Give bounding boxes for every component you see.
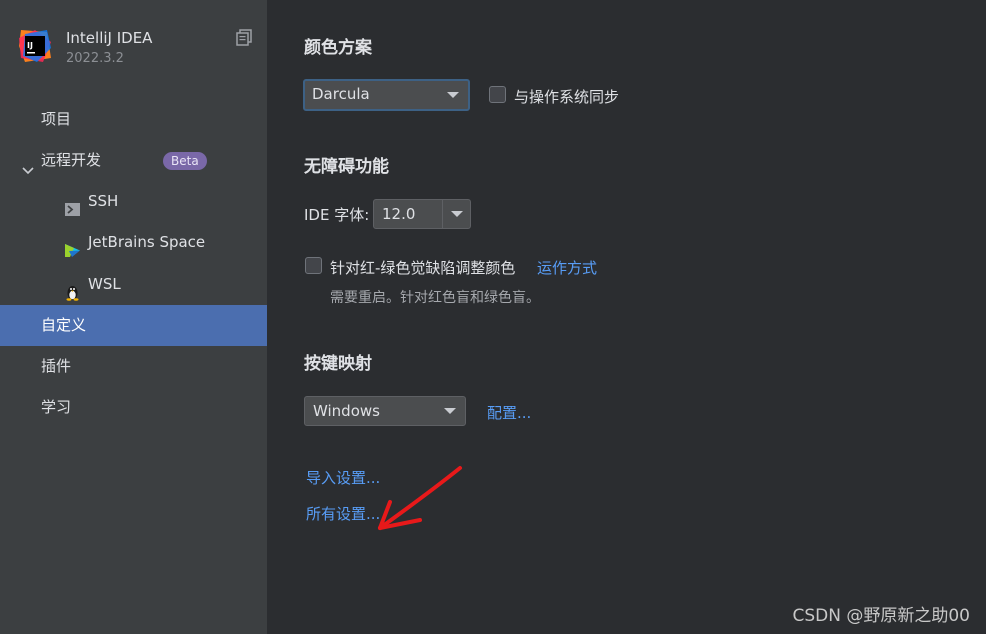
copy-icon[interactable] xyxy=(235,28,253,46)
keymap-title: 按键映射 xyxy=(304,354,372,374)
sidebar-item-remote-development[interactable]: 远程开发 Beta xyxy=(0,140,267,181)
how-it-works-link[interactable]: 运作方式 xyxy=(537,257,597,278)
sidebar: IJ IntelliJ IDEA 2022.3.2 项目 远程开发 Beta S… xyxy=(0,0,267,634)
accessibility-title: 无障碍功能 xyxy=(304,157,389,177)
colorblind-hint: 需要重启。针对红色盲和绿色盲。 xyxy=(330,290,540,306)
sidebar-item-wsl[interactable]: WSL xyxy=(0,264,267,305)
sidebar-item-label: 远程开发 xyxy=(41,151,102,169)
sidebar-item-ssh[interactable]: SSH xyxy=(0,181,267,222)
chevron-down-icon[interactable] xyxy=(21,153,35,175)
sidebar-item-label: 插件 xyxy=(41,357,72,375)
color-scheme-value: Darcula xyxy=(312,85,370,103)
keymap-value: Windows xyxy=(313,402,380,420)
sync-os-checkbox[interactable] xyxy=(489,86,506,103)
keymap-dropdown[interactable]: Windows xyxy=(304,396,466,426)
annotation-arrow-icon xyxy=(370,460,470,535)
svg-text:IJ: IJ xyxy=(27,41,33,50)
combobox-divider xyxy=(442,200,443,228)
app-name: IntelliJ IDEA xyxy=(66,29,153,47)
jetbrains-space-icon xyxy=(64,234,81,257)
colorblind-checkbox[interactable] xyxy=(305,257,322,274)
beta-badge: Beta xyxy=(163,152,207,170)
sidebar-item-customize[interactable]: 自定义 xyxy=(0,305,267,346)
sidebar-item-label: JetBrains Space xyxy=(88,233,206,251)
ide-font-label: IDE 字体: xyxy=(304,206,370,224)
sidebar-item-jetbrains-space[interactable]: JetBrains Space xyxy=(0,222,267,263)
sidebar-item-plugins[interactable]: 插件 xyxy=(0,346,267,387)
terminal-icon xyxy=(64,193,81,216)
dropdown-arrow-icon xyxy=(447,92,459,98)
ide-font-combobox[interactable]: 12.0 xyxy=(373,199,471,229)
color-scheme-title: 颜色方案 xyxy=(304,38,372,58)
sidebar-item-label: 自定义 xyxy=(41,316,87,334)
sidebar-item-label: SSH xyxy=(88,192,119,210)
sidebar-item-label: WSL xyxy=(88,275,121,293)
watermark: CSDN @野原新之助00 xyxy=(792,606,970,626)
sync-os-label[interactable]: 与操作系统同步 xyxy=(514,86,619,107)
configure-keymap-link[interactable]: 配置... xyxy=(487,402,531,423)
sidebar-item-projects[interactable]: 项目 xyxy=(0,99,267,140)
colorblind-label[interactable]: 针对红-绿色觉缺陷调整颜色 xyxy=(330,257,515,278)
sidebar-item-label: 学习 xyxy=(41,398,72,416)
dropdown-arrow-icon[interactable] xyxy=(451,211,463,217)
ide-font-value[interactable]: 12.0 xyxy=(382,205,415,223)
sidebar-item-label: 项目 xyxy=(41,110,72,128)
linux-penguin-icon xyxy=(64,276,81,301)
intellij-logo-icon: IJ xyxy=(17,28,53,64)
sidebar-item-learn[interactable]: 学习 xyxy=(0,387,267,428)
app-version: 2022.3.2 xyxy=(66,51,124,66)
dropdown-arrow-icon xyxy=(444,408,456,414)
color-scheme-dropdown[interactable]: Darcula xyxy=(303,79,470,111)
